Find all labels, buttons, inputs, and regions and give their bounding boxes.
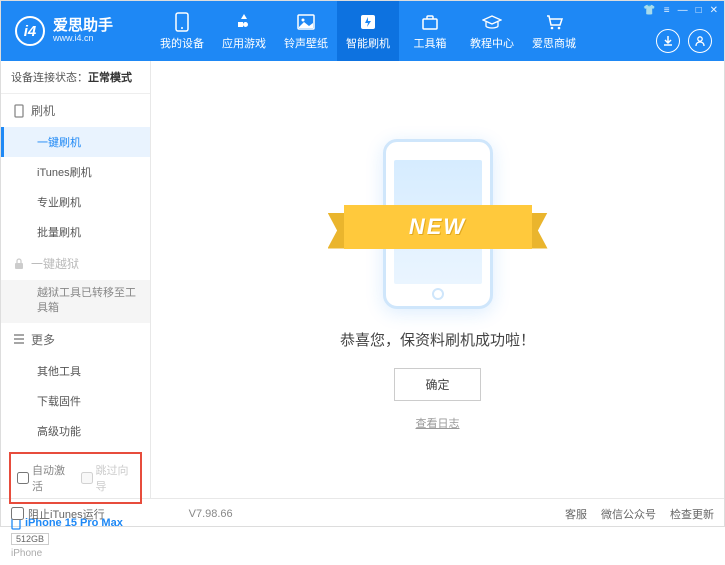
highlighted-checkbox-area: 自动激活 跳过向导 [9, 452, 142, 504]
block-itunes-checkbox[interactable]: 阻止iTunes运行 [11, 506, 105, 522]
main-panel: NEW 恭喜您，保资料刷机成功啦！ 确定 查看日志 [151, 61, 724, 498]
auto-activate-checkbox[interactable]: 自动激活 [17, 462, 71, 494]
connection-status: 设备连接状态：正常模式 [1, 61, 150, 94]
maximize-icon[interactable]: □ [696, 5, 702, 16]
app-title: 爱思助手 [53, 18, 113, 35]
nav-apps[interactable]: 应用游戏 [213, 1, 275, 61]
sidebar: 设备连接状态：正常模式 刷机 一键刷机 iTunes刷机 专业刷机 批量刷机 一… [1, 61, 151, 498]
cart-icon [544, 12, 564, 32]
phone-icon [172, 12, 192, 32]
nav-ringtones[interactable]: 铃声壁纸 [275, 1, 337, 61]
app-logo: i4 爱思助手 www.i4.cn [1, 16, 151, 46]
nav-tutorials[interactable]: 教程中心 [461, 1, 523, 61]
nav-store[interactable]: 爱思商城 [523, 1, 585, 61]
graduation-icon [482, 12, 502, 32]
sidebar-item-itunes-flash[interactable]: iTunes刷机 [1, 157, 150, 187]
success-illustration: NEW [338, 129, 538, 309]
sidebar-item-advanced[interactable]: 高级功能 [1, 416, 150, 446]
close-icon[interactable]: ✕ [710, 5, 718, 16]
flash-icon [358, 12, 378, 32]
footer-link-wechat[interactable]: 微信公众号 [601, 506, 656, 522]
sidebar-item-oneclick-flash[interactable]: 一键刷机 [1, 127, 150, 157]
jailbreak-moved-note: 越狱工具已转移至工具箱 [1, 280, 150, 323]
skin-icon[interactable]: 👕 [643, 5, 655, 16]
main-nav: 我的设备 应用游戏 铃声壁纸 智能刷机 工具箱 教程中心 爱思商城 [151, 1, 585, 61]
titlebar: i4 爱思助手 www.i4.cn 我的设备 应用游戏 铃声壁纸 智能刷机 工具… [1, 1, 724, 61]
app-url: www.i4.cn [53, 34, 113, 44]
nav-flash[interactable]: 智能刷机 [337, 1, 399, 61]
jailbreak-section-header: 一键越狱 [1, 247, 150, 280]
device-capacity: 512GB [11, 533, 49, 545]
menu-icon[interactable]: ≡ [664, 5, 670, 16]
minimize-icon[interactable]: — [678, 5, 688, 16]
skip-guide-checkbox[interactable]: 跳过向导 [81, 462, 135, 494]
lock-icon [13, 258, 25, 270]
ribbon-text: NEW [344, 205, 532, 249]
nav-toolbox[interactable]: 工具箱 [399, 1, 461, 61]
logo-icon: i4 [15, 16, 45, 46]
user-button[interactable] [688, 29, 712, 53]
sidebar-item-other-tools[interactable]: 其他工具 [1, 356, 150, 386]
version-label: V7.98.66 [189, 508, 233, 520]
window-controls: 👕 ≡ — □ ✕ [643, 5, 718, 16]
nav-my-device[interactable]: 我的设备 [151, 1, 213, 61]
image-icon [296, 12, 316, 32]
ok-button[interactable]: 确定 [394, 368, 480, 401]
phone-small-icon [13, 104, 25, 118]
footer-link-update[interactable]: 检查更新 [670, 506, 714, 522]
footer-link-support[interactable]: 客服 [565, 506, 587, 522]
apps-icon [234, 12, 254, 32]
flash-section-header[interactable]: 刷机 [1, 94, 150, 127]
view-log-link[interactable]: 查看日志 [416, 415, 460, 431]
download-button[interactable] [656, 29, 680, 53]
toolbox-icon [420, 12, 440, 32]
success-message: 恭喜您，保资料刷机成功啦！ [340, 329, 535, 350]
list-icon [13, 334, 25, 344]
sidebar-item-pro-flash[interactable]: 专业刷机 [1, 187, 150, 217]
device-type: iPhone [11, 548, 140, 559]
sidebar-item-download-firmware[interactable]: 下载固件 [1, 386, 150, 416]
sidebar-item-batch-flash[interactable]: 批量刷机 [1, 217, 150, 247]
more-section-header[interactable]: 更多 [1, 323, 150, 356]
